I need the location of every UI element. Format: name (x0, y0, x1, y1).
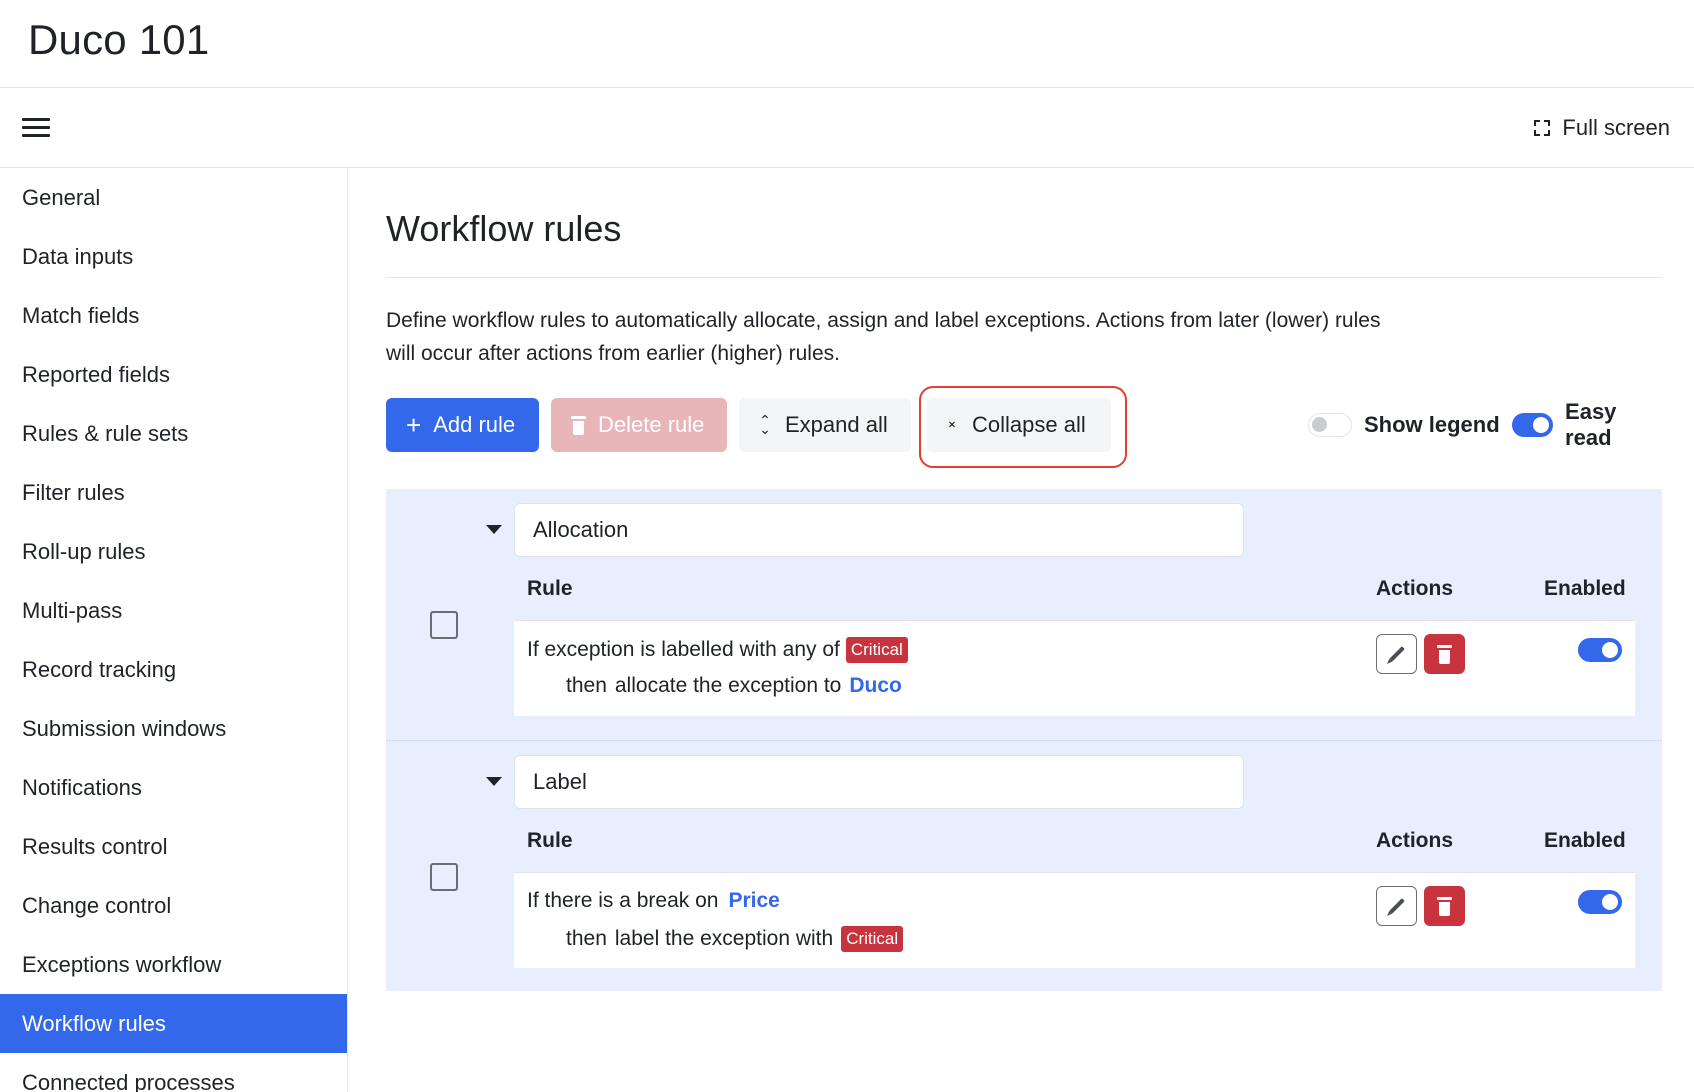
group-select-checkbox[interactable] (430, 863, 458, 891)
sidebar-item-submission-windows[interactable]: Submission windows (0, 699, 347, 758)
column-header-enabled: Enabled (1544, 829, 1626, 852)
rule-action: then label the exception with Critical (566, 926, 904, 952)
sidebar-item-record-tracking[interactable]: Record tracking (0, 640, 347, 699)
expand-all-label: Expand all (785, 412, 888, 437)
rule-row: If there is a break on Price then label … (514, 872, 1635, 968)
column-header-rule: Rule (527, 577, 573, 600)
expand-chevrons-icon: ⌃ ⌄ (759, 412, 771, 437)
easy-read-switch[interactable] (1512, 413, 1554, 437)
collapse-all-label: Collapse all (972, 412, 1086, 437)
page-description: Define workflow rules to automatically a… (386, 304, 1406, 370)
sidebar-item-multi-pass[interactable]: Multi-pass (0, 581, 347, 640)
column-header-actions: Actions (1376, 829, 1454, 852)
delete-row-button[interactable] (1424, 886, 1465, 926)
column-header-actions: Actions (1376, 577, 1454, 600)
column-header-enabled: Enabled (1544, 577, 1626, 600)
break-field-value: Price (728, 889, 780, 912)
collapse-chevrons-icon: ⌄ ⌃ (946, 412, 958, 437)
action-text: allocate the exception to (614, 674, 842, 697)
expand-all-button[interactable]: ⌃ ⌄ Expand all (739, 398, 911, 452)
rule-row: If exception is labelled with any of Cri… (514, 620, 1635, 716)
action-prefix: then (566, 927, 607, 950)
trash-icon (1437, 896, 1452, 916)
sidebar-item-reported-fields[interactable]: Reported fields (0, 345, 347, 404)
condition-text: If there is a break on (527, 889, 719, 912)
easy-read-toggle[interactable]: Easy read (1512, 399, 1662, 450)
group-name-input[interactable]: Label (514, 755, 1244, 809)
allocate-target-value: Duco (849, 674, 902, 697)
show-legend-switch[interactable] (1308, 413, 1352, 437)
edit-rule-button[interactable] (1376, 886, 1417, 926)
rule-enabled-switch[interactable] (1578, 890, 1622, 914)
sidebar-item-connected-processes[interactable]: Connected processes (0, 1053, 347, 1092)
condition-text: If exception is labelled with any of (527, 638, 840, 661)
show-legend-label: Show legend (1364, 412, 1500, 437)
delete-rule-button[interactable]: Delete rule (551, 398, 727, 452)
sidebar-item-results-control[interactable]: Results control (0, 817, 347, 876)
edit-rule-button[interactable] (1376, 634, 1417, 674)
group-name-input[interactable]: Allocation (514, 503, 1244, 557)
action-prefix: then (566, 674, 607, 697)
group-select-checkbox[interactable] (430, 611, 458, 639)
collapse-caret-icon[interactable] (486, 525, 502, 534)
action-text: label the exception with (614, 927, 834, 950)
trash-icon (1437, 644, 1452, 664)
hamburger-menu-icon[interactable] (20, 114, 52, 142)
add-rule-button[interactable]: + Add rule (386, 398, 539, 452)
sidebar-item-change-control[interactable]: Change control (0, 876, 347, 935)
rule-enabled-switch[interactable] (1578, 638, 1622, 662)
sidebar-item-rules-rule-sets[interactable]: Rules & rule sets (0, 404, 347, 463)
sidebar-item-notifications[interactable]: Notifications (0, 758, 347, 817)
title-divider (386, 277, 1662, 278)
rule-action: then allocate the exception to Duco (566, 674, 902, 698)
critical-label-tag: Critical (841, 926, 904, 952)
pencil-icon (1388, 898, 1405, 914)
delete-row-button[interactable] (1424, 634, 1465, 674)
page-title: Workflow rules (386, 208, 622, 249)
sidebar-item-filter-rules[interactable]: Filter rules (0, 463, 347, 522)
easy-read-label: Easy read (1565, 399, 1617, 450)
column-header-rule: Rule (527, 829, 573, 852)
rule-group-label: Label Rule Actions Enabled If there is a… (386, 740, 1662, 991)
description-line-1: Define workflow rules to automatically a… (386, 309, 1381, 332)
plus-icon: + (406, 410, 422, 440)
show-legend-toggle[interactable]: Show legend (1308, 408, 1500, 442)
sidebar-item-data-inputs[interactable]: Data inputs (0, 227, 347, 286)
collapse-all-button[interactable]: ⌄ ⌃ Collapse all (926, 398, 1111, 452)
top-toolbar: Full screen (0, 88, 1694, 168)
collapse-caret-icon[interactable] (486, 777, 502, 786)
sidebar: General Data inputs Match fields Reporte… (0, 168, 348, 1092)
trash-icon (571, 415, 586, 435)
sidebar-item-general[interactable]: General (0, 168, 347, 227)
description-line-2: will occur after actions from earlier (h… (386, 342, 840, 365)
fullscreen-button[interactable]: Full screen (1534, 114, 1670, 142)
fullscreen-label: Full screen (1562, 115, 1670, 140)
rule-condition: If exception is labelled with any of Cri… (527, 637, 908, 663)
sidebar-item-workflow-rules[interactable]: Workflow rules (0, 994, 347, 1053)
sidebar-item-match-fields[interactable]: Match fields (0, 286, 347, 345)
pencil-icon (1388, 646, 1405, 662)
fullscreen-icon (1534, 120, 1551, 136)
sidebar-item-exceptions-workflow[interactable]: Exceptions workflow (0, 935, 347, 994)
critical-label-tag: Critical (845, 637, 908, 663)
rule-group-allocation: Allocation Rule Actions Enabled If excep… (386, 489, 1662, 740)
rule-condition: If there is a break on Price (527, 889, 780, 913)
sidebar-item-roll-up-rules[interactable]: Roll-up rules (0, 522, 347, 581)
main-content: Workflow rules Define workflow rules to … (386, 168, 1662, 1092)
app-header: Duco 101 (0, 0, 1694, 88)
app-title: Duco 101 (28, 16, 210, 63)
add-rule-label: Add rule (433, 412, 516, 437)
delete-rule-label: Delete rule (598, 412, 705, 437)
